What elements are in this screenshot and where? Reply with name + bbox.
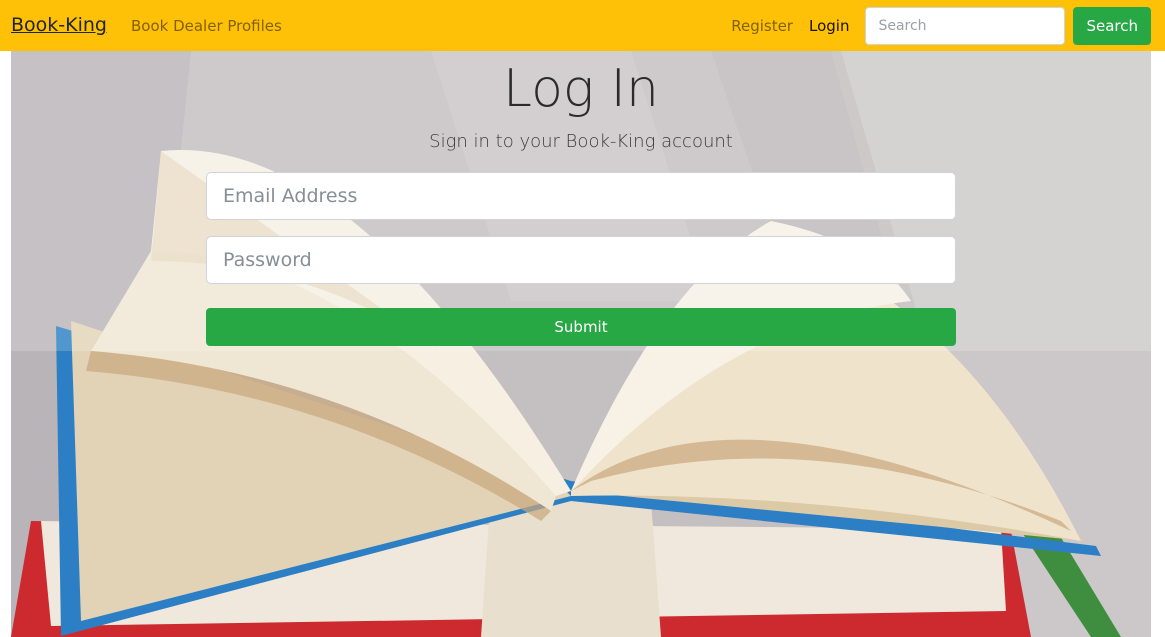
email-field[interactable]	[206, 172, 956, 220]
page-title: Log In	[503, 59, 659, 119]
hero-background: Log In Sign in to your Book-King account…	[11, 51, 1151, 637]
search-input[interactable]	[865, 6, 1066, 45]
page-subtitle: Sign in to your Book-King account	[429, 131, 733, 152]
nav-link-register[interactable]: Register	[731, 17, 793, 35]
search-button[interactable]: Search	[1073, 6, 1151, 45]
submit-button[interactable]: Submit	[206, 308, 956, 346]
top-navbar: Book-King Book Dealer Profiles Register …	[0, 0, 1165, 51]
navbar-left: Book-King Book Dealer Profiles	[11, 16, 282, 35]
password-field[interactable]	[206, 236, 956, 284]
nav-link-book-dealer-profiles[interactable]: Book Dealer Profiles	[131, 17, 282, 35]
nav-link-login[interactable]: Login	[809, 17, 849, 35]
brand-logo-link[interactable]: Book-King	[11, 16, 107, 35]
navbar-right: Register Login Search	[731, 6, 1151, 45]
